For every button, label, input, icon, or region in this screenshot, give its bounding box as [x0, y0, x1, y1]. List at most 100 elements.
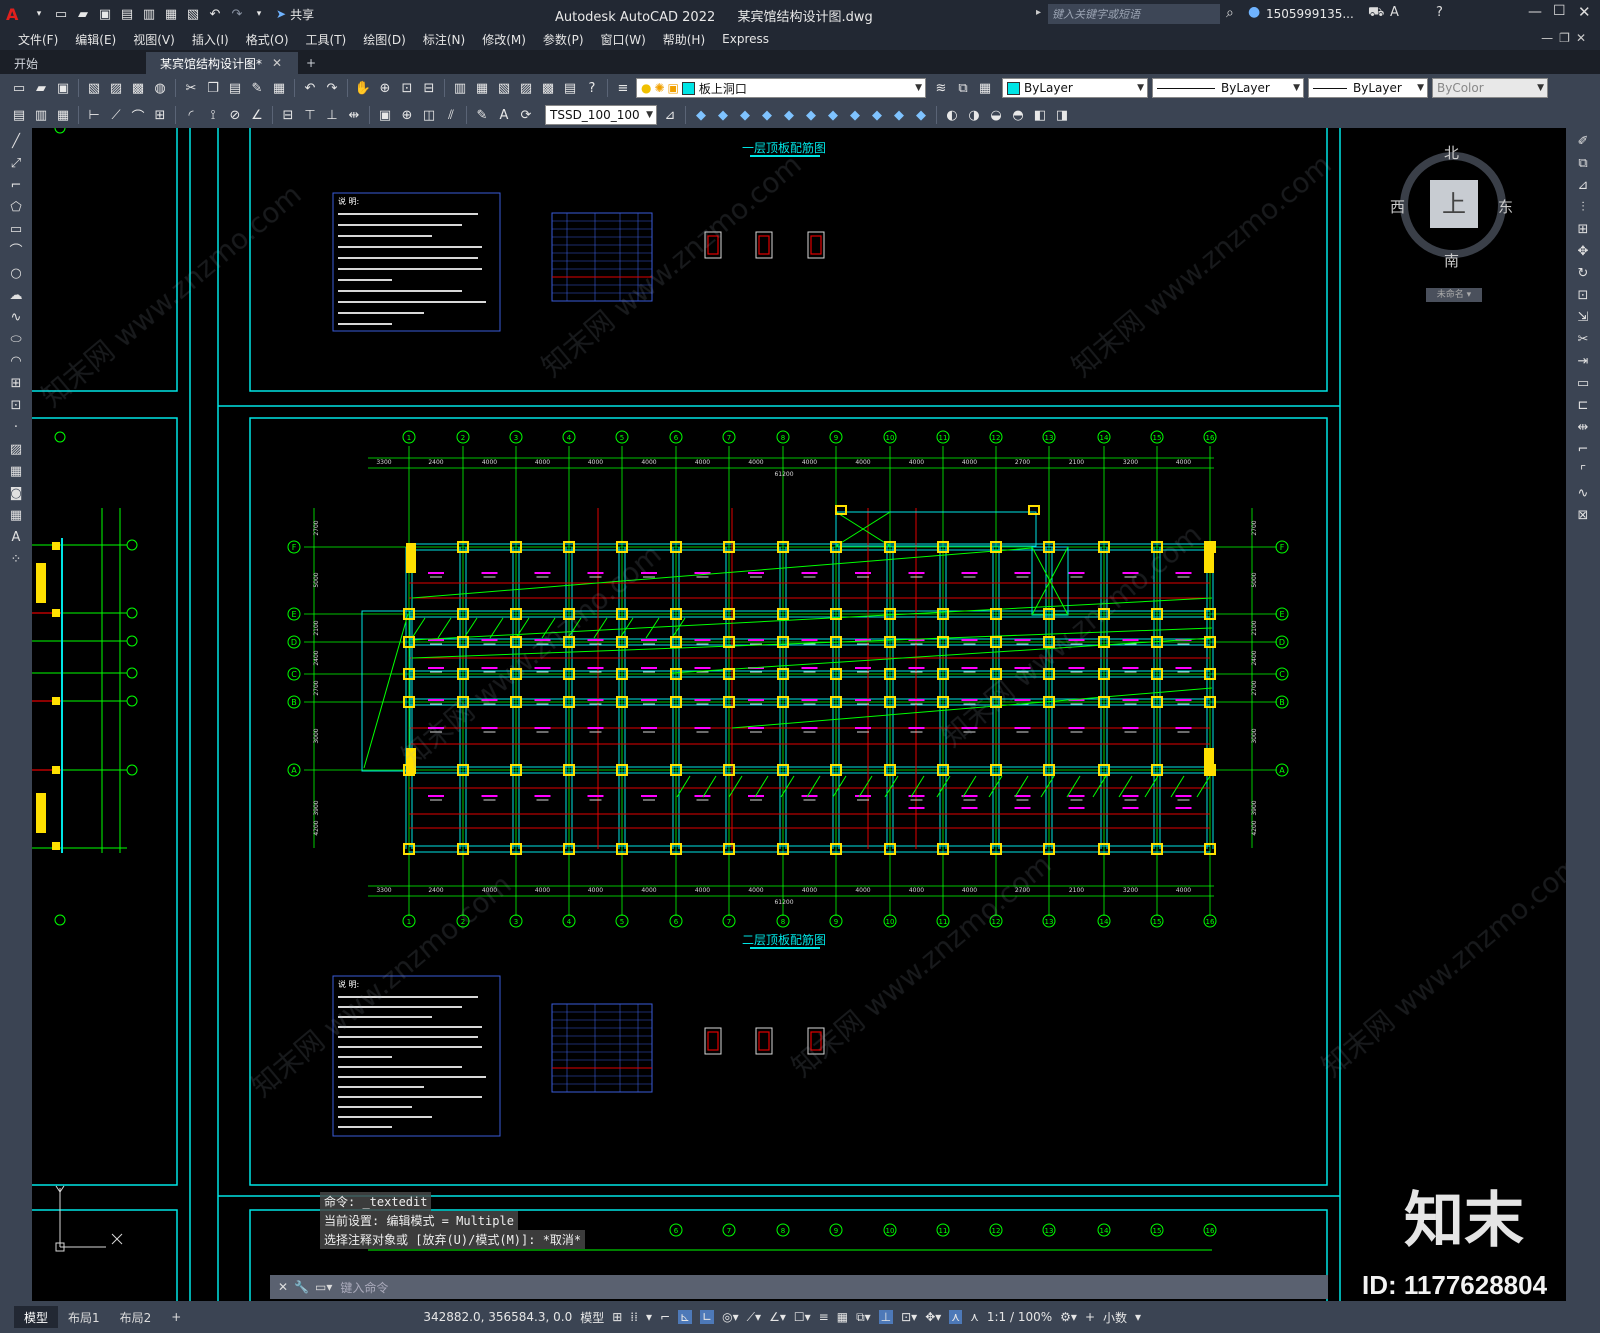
- explode-icon[interactable]: ⊠: [1573, 508, 1593, 524]
- erase-icon[interactable]: ✐: [1573, 134, 1593, 150]
- grid-icon[interactable]: ⊞: [612, 1310, 622, 1324]
- tolerance-icon[interactable]: ▣: [376, 106, 394, 124]
- add-layout-button[interactable]: +: [161, 1306, 191, 1328]
- layer-previous-icon[interactable]: ⧉: [954, 79, 972, 97]
- ortho-icon[interactable]: ⊾: [678, 1310, 693, 1324]
- dim-arc-icon[interactable]: ⌒: [129, 106, 147, 125]
- isodraft-icon[interactable]: ◎▾: [722, 1310, 739, 1324]
- stretch-icon[interactable]: ⇲: [1573, 310, 1593, 326]
- menu-file[interactable]: 文件(F): [16, 31, 60, 48]
- 3d-pyramid-icon[interactable]: ◆: [824, 106, 842, 124]
- menu-parametric[interactable]: 参数(P): [541, 31, 586, 48]
- dim-space-icon[interactable]: ⇹: [345, 106, 363, 124]
- redo-tb-icon[interactable]: ↷: [323, 79, 341, 97]
- line-icon[interactable]: ╱: [6, 134, 26, 150]
- calculator-icon[interactable]: ▤: [561, 79, 579, 97]
- 3d-dwf-icon[interactable]: ◍: [151, 79, 169, 97]
- new-tab-button[interactable]: +: [298, 52, 324, 74]
- copy-object-icon[interactable]: ⧉: [1573, 156, 1593, 172]
- annotation-monitor-icon[interactable]: +: [1085, 1310, 1095, 1324]
- cad-drawing[interactable]: 一层顶板配筋图 说 明: 112233445566778899101011111…: [32, 128, 1566, 1301]
- presspull-icon[interactable]: ◧: [1031, 106, 1049, 124]
- blend-icon[interactable]: ∿: [1573, 486, 1593, 502]
- save-icon[interactable]: ▣: [96, 5, 114, 23]
- units-value[interactable]: 小数: [1103, 1309, 1127, 1326]
- layer-dropdown[interactable]: ● ✺ ▣ 板上洞口 ▼: [636, 78, 926, 98]
- point-icon[interactable]: ·: [6, 420, 26, 436]
- design-center-icon[interactable]: ▦: [473, 79, 491, 97]
- ellipse-icon[interactable]: ⬭: [6, 332, 26, 348]
- autodesk-app-icon[interactable]: A: [1390, 5, 1399, 20]
- open-file-icon[interactable]: ▰: [74, 5, 92, 23]
- zoom-previous-icon[interactable]: ⊟: [420, 79, 438, 97]
- search-expand-icon[interactable]: ▸: [1036, 7, 1041, 18]
- menu-window[interactable]: 窗口(W): [599, 31, 648, 48]
- doc-minimize-icon[interactable]: —: [1541, 31, 1559, 45]
- menu-view[interactable]: 视图(V): [131, 31, 177, 48]
- command-recent-icon[interactable]: ▭▾: [315, 1280, 332, 1294]
- block-editor-icon[interactable]: ▦: [270, 79, 288, 97]
- insert-block-icon[interactable]: ⊞: [6, 376, 26, 392]
- user-name[interactable]: 1505999135...: [1266, 7, 1354, 21]
- subtract-icon[interactable]: ◑: [965, 106, 983, 124]
- open-icon[interactable]: ▰: [32, 79, 50, 97]
- 3d-sphere-icon[interactable]: ◆: [758, 106, 776, 124]
- extend-icon[interactable]: ⇥: [1573, 354, 1593, 370]
- lineweight-icon[interactable]: ☐▾: [794, 1310, 811, 1324]
- join-icon[interactable]: ⇹: [1573, 420, 1593, 436]
- menu-format[interactable]: 格式(O): [244, 31, 291, 48]
- arc-icon[interactable]: ⌒: [6, 244, 26, 260]
- drawing-canvas[interactable]: 一层顶板配筋图 说 明: 1 1 2 2 3 3 4 4 5 5 6 6 7 7…: [32, 128, 1566, 1301]
- layer-freeze-icon[interactable]: ✺: [654, 81, 664, 95]
- dimstyle-manager-icon[interactable]: ⊿: [661, 106, 679, 124]
- doc-restore-icon[interactable]: ❐: [1559, 31, 1576, 45]
- selection-filter-icon[interactable]: ⊡▾: [901, 1310, 917, 1324]
- quick-properties-icon[interactable]: ▾: [1135, 1310, 1141, 1324]
- copy-icon[interactable]: ❐: [204, 79, 222, 97]
- viewcube-north[interactable]: 北: [1444, 142, 1459, 163]
- tool-a-icon[interactable]: ▤: [10, 106, 28, 124]
- paste-icon[interactable]: ▤: [226, 79, 244, 97]
- command-close-icon[interactable]: ✕: [278, 1280, 288, 1294]
- open-web-icon[interactable]: ▥: [140, 5, 158, 23]
- dim-linear-icon[interactable]: ⊢: [85, 106, 103, 124]
- 3d-loft-icon[interactable]: ◆: [912, 106, 930, 124]
- menu-draw[interactable]: 绘图(D): [361, 31, 408, 48]
- undo-tb-icon[interactable]: ↶: [301, 79, 319, 97]
- dim-continue-icon[interactable]: ⊥: [323, 106, 341, 124]
- dim-angular-icon[interactable]: ∠: [248, 106, 266, 124]
- tool-palettes-icon[interactable]: ▧: [495, 79, 513, 97]
- annotation-scale[interactable]: 1:1 / 100%: [987, 1310, 1052, 1324]
- plot-preview-icon[interactable]: ▨: [107, 79, 125, 97]
- center-mark-icon[interactable]: ⊕: [398, 106, 416, 124]
- lineweight-dropdown[interactable]: ByLayer ▼: [1308, 78, 1428, 98]
- slice-icon[interactable]: ◓: [1009, 106, 1027, 124]
- dim-ordinate-icon[interactable]: ⊞: [151, 106, 169, 124]
- trim-icon[interactable]: ✂: [1573, 332, 1593, 348]
- cut-icon[interactable]: ✂: [182, 79, 200, 97]
- 3d-cylinder-icon[interactable]: ◆: [780, 106, 798, 124]
- move-icon[interactable]: ✥: [1573, 244, 1593, 260]
- layout-tab-model[interactable]: 模型: [14, 1306, 59, 1328]
- menu-tools[interactable]: 工具(T): [304, 31, 349, 48]
- markup-icon[interactable]: ▩: [539, 79, 557, 97]
- dimstyle-dropdown[interactable]: TSSD_100_100 ▼: [545, 105, 657, 125]
- workspace-icon[interactable]: ⚙▾: [1060, 1310, 1077, 1324]
- osnap-icon[interactable]: ∠▾: [769, 1310, 786, 1324]
- qnew-icon[interactable]: ▭: [10, 79, 28, 97]
- scale-icon[interactable]: ⊡: [1573, 288, 1593, 304]
- close-icon[interactable]: ✕: [1578, 3, 1591, 21]
- coordinates-readout[interactable]: 342882.0, 356584.3, 0.0: [423, 1310, 572, 1324]
- viewcube-east[interactable]: 东: [1498, 196, 1513, 217]
- viewcube-south[interactable]: 南: [1444, 250, 1459, 271]
- polyline-icon[interactable]: ⌐: [6, 178, 26, 194]
- gizmo-icon[interactable]: ✥▾: [925, 1310, 941, 1324]
- dim-diameter-icon[interactable]: ⊘: [226, 106, 244, 124]
- plotstyle-dropdown[interactable]: ByColor ▼: [1432, 78, 1548, 98]
- layout-tab-1[interactable]: 布局1: [58, 1306, 110, 1328]
- circle-icon[interactable]: ○: [6, 266, 26, 282]
- dim-update-icon[interactable]: ⟳: [517, 106, 535, 124]
- model-space-toggle[interactable]: 模型: [580, 1309, 604, 1326]
- polar-icon[interactable]: ∟: [700, 1310, 715, 1324]
- snap-icon[interactable]: ⁞⁞: [630, 1310, 638, 1324]
